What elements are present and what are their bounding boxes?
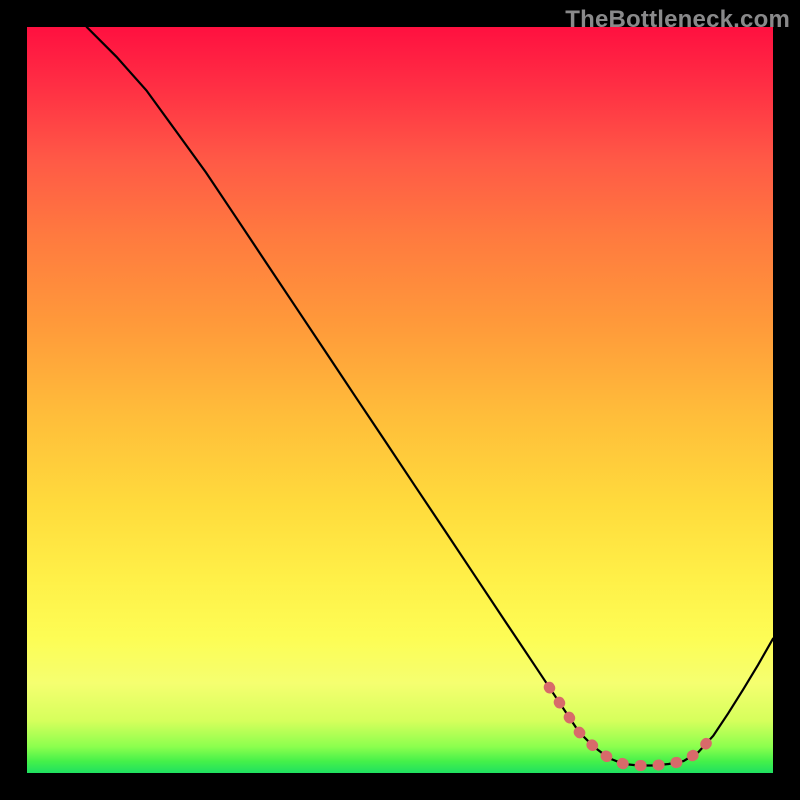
gradient-plot-area [27,27,773,773]
stage: TheBottleneck.com [0,0,800,800]
bottleneck-curve [87,27,773,766]
chart-svg [27,27,773,773]
sweet-spot-marker [549,687,713,765]
watermark-text: TheBottleneck.com [565,6,790,34]
